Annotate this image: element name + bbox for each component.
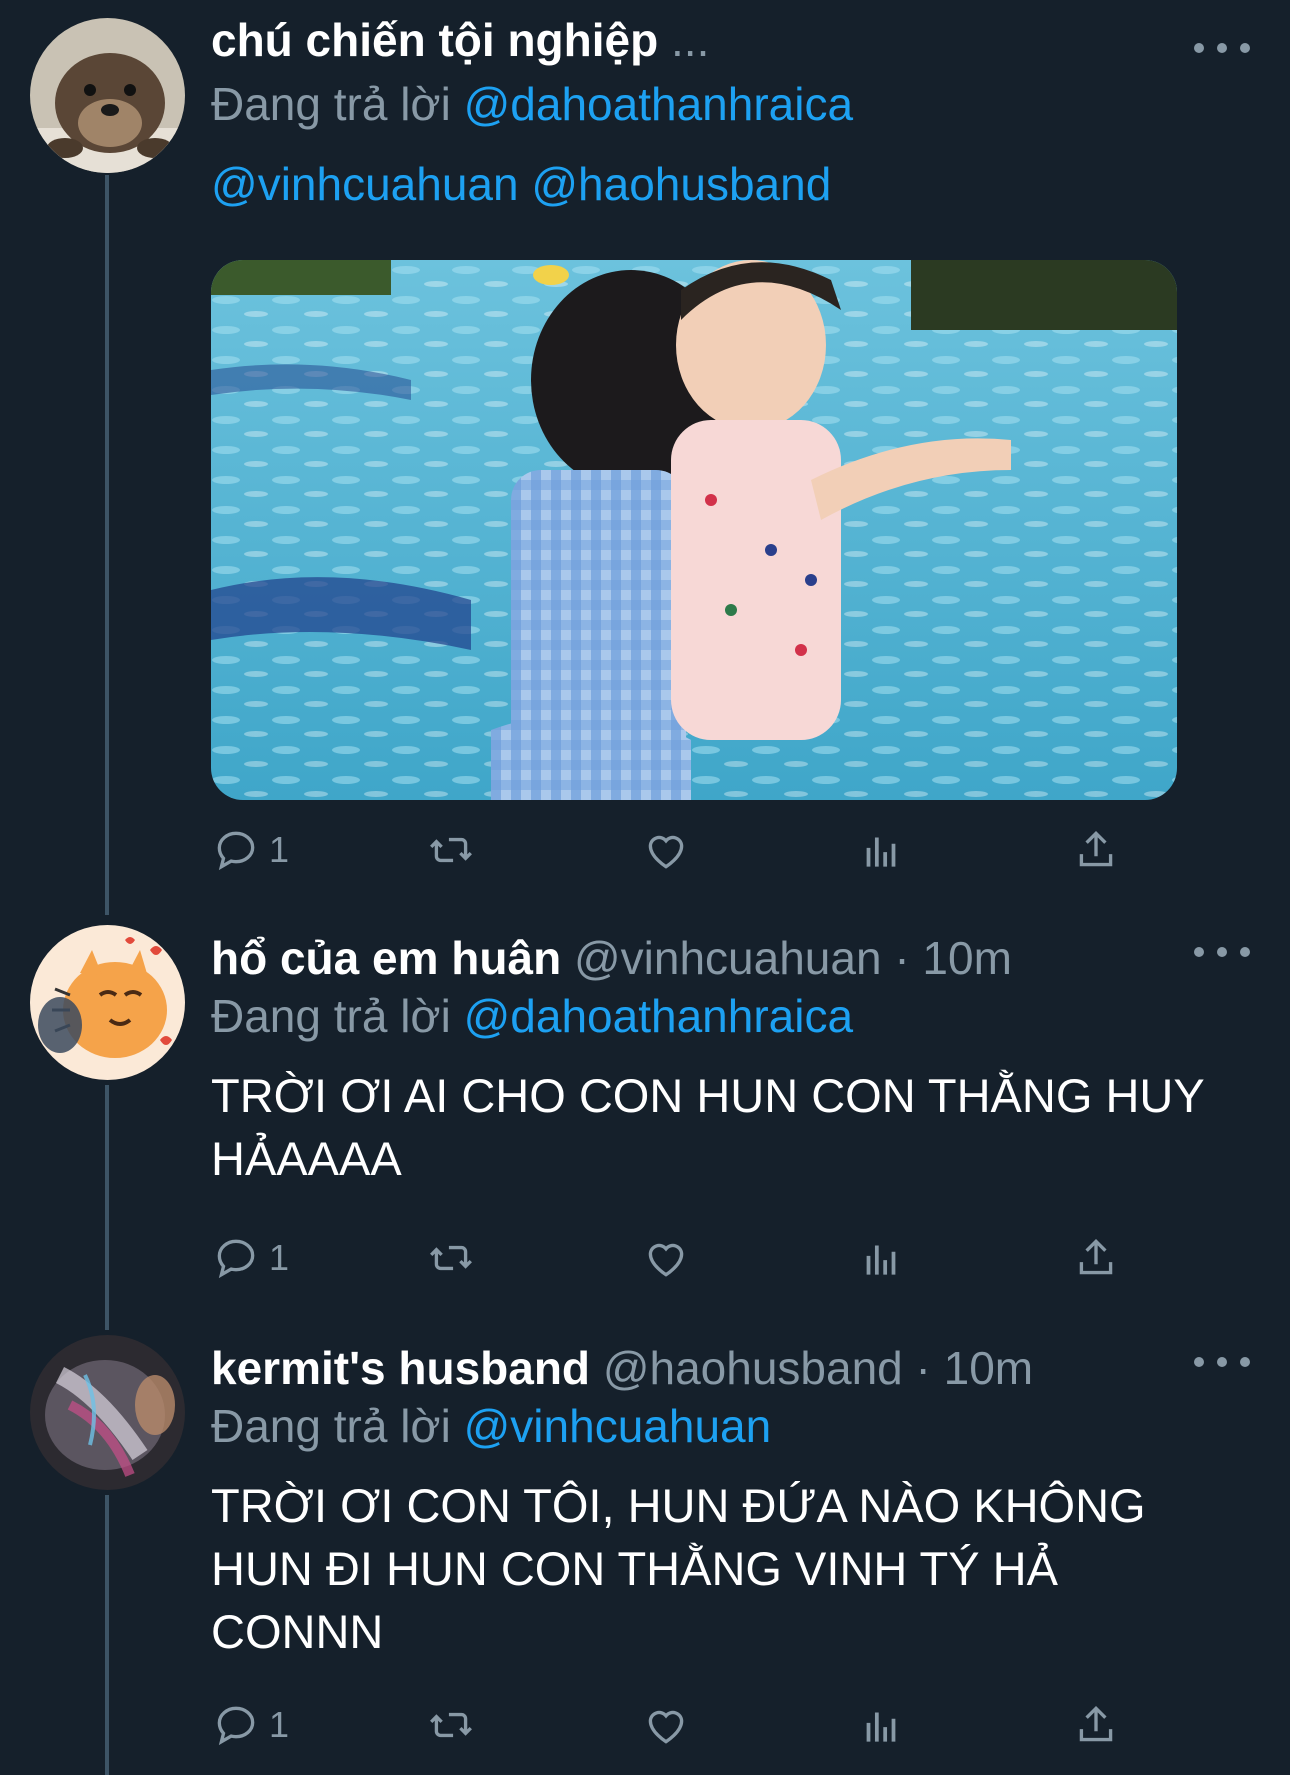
- like-button[interactable]: [641, 1695, 691, 1755]
- tweet-header: kermit's husband @haohusband · 10m: [211, 1340, 1250, 1396]
- avatar[interactable]: [30, 18, 185, 173]
- share-button[interactable]: [1071, 1695, 1121, 1755]
- share-button[interactable]: [1071, 1228, 1121, 1288]
- mentions[interactable]: @vinhcuahuan @haohusband: [211, 154, 1250, 214]
- handle-timestamp[interactable]: @vinhcuahuan · 10m: [574, 932, 1012, 984]
- tweet[interactable]: hổ của em huân @vinhcuahuan · 10m Đang t…: [0, 910, 1290, 1310]
- reply-button[interactable]: 1: [211, 820, 289, 880]
- tweet-header: chú chiến tội nghiệp ...: [211, 12, 1250, 68]
- photo-image: [211, 260, 1177, 800]
- tweet-actions: 1: [211, 1228, 1151, 1288]
- like-icon: [648, 1243, 684, 1277]
- avatar[interactable]: [30, 1335, 185, 1490]
- reply-button[interactable]: 1: [211, 1695, 289, 1755]
- more-icon[interactable]: [1194, 932, 1250, 972]
- like-icon: [648, 1710, 684, 1744]
- replying-label: Đang trả lời: [211, 1400, 451, 1452]
- retweet-button[interactable]: [426, 1228, 476, 1288]
- retweet-icon: [430, 1245, 472, 1271]
- display-name[interactable]: kermit's husband: [211, 1342, 590, 1394]
- header-ellipsis: ...: [671, 14, 710, 66]
- tweet-header: hổ của em huân @vinhcuahuan · 10m: [211, 930, 1250, 986]
- share-button[interactable]: [1071, 820, 1121, 880]
- reply-icon: [217, 831, 255, 871]
- tweet-text: TRỜI ƠI AI CHO CON HUN CON THẰNG HUY HẢA…: [211, 1069, 1204, 1185]
- share-icon: [1079, 1238, 1113, 1275]
- retweet-icon: [430, 1712, 472, 1738]
- replying-to: Đang trả lời @dahoathanhraica: [211, 986, 1250, 1046]
- analytics-icon: [866, 837, 896, 867]
- reply-button[interactable]: 1: [211, 1228, 289, 1288]
- replying-label: Đang trả lời: [211, 990, 451, 1042]
- retweet-icon: [430, 837, 472, 863]
- cat-photo-avatar-image: [30, 1335, 185, 1490]
- tweet-actions: 1: [211, 1695, 1151, 1755]
- like-button[interactable]: [641, 820, 691, 880]
- tweet[interactable]: kermit's husband @haohusband · 10m Đang …: [0, 1320, 1290, 1775]
- handle-timestamp[interactable]: @haohusband · 10m: [603, 1342, 1033, 1394]
- share-icon: [1079, 1705, 1113, 1742]
- replying-to: Đang trả lời @dahoathanhraica: [211, 74, 1250, 134]
- tweet-text: TRỜI ƠI CON TÔI, HUN ĐỨA NÀO KHÔNG HUN Đ…: [211, 1479, 1146, 1658]
- replying-mention[interactable]: @dahoathanhraica: [464, 990, 853, 1042]
- like-icon: [648, 835, 684, 869]
- tiger-cat-avatar-image: [30, 925, 185, 1080]
- otter-avatar-image: [30, 18, 185, 173]
- replying-to: Đang trả lời @vinhcuahuan: [211, 1396, 1250, 1456]
- display-name[interactable]: chú chiến tội nghiệp: [211, 14, 658, 66]
- analytics-button[interactable]: [856, 820, 906, 880]
- tweet[interactable]: chú chiến tội nghiệp ... Đang trả lời @d…: [0, 0, 1290, 900]
- like-button[interactable]: [641, 1228, 691, 1288]
- analytics-button[interactable]: [856, 1228, 906, 1288]
- replying-label: Đang trả lời: [211, 78, 451, 130]
- reply-icon: [217, 1239, 255, 1279]
- tweet-photo[interactable]: [211, 260, 1177, 800]
- more-icon[interactable]: [1194, 28, 1250, 68]
- analytics-icon: [866, 1245, 896, 1275]
- retweet-button[interactable]: [426, 820, 476, 880]
- analytics-button[interactable]: [856, 1695, 906, 1755]
- display-name[interactable]: hổ của em huân: [211, 932, 561, 984]
- more-icon[interactable]: [1194, 1342, 1250, 1382]
- replying-mention[interactable]: @dahoathanhraica: [464, 78, 853, 130]
- reply-count: 1: [269, 1704, 290, 1745]
- replying-mention[interactable]: @vinhcuahuan: [464, 1400, 772, 1452]
- analytics-icon: [866, 1712, 896, 1742]
- share-icon: [1079, 830, 1113, 867]
- tweet-actions: 1: [211, 820, 1151, 880]
- avatar[interactable]: [30, 925, 185, 1080]
- retweet-button[interactable]: [426, 1695, 476, 1755]
- reply-icon: [217, 1706, 255, 1746]
- reply-count: 1: [269, 1237, 290, 1278]
- reply-count: 1: [269, 829, 290, 870]
